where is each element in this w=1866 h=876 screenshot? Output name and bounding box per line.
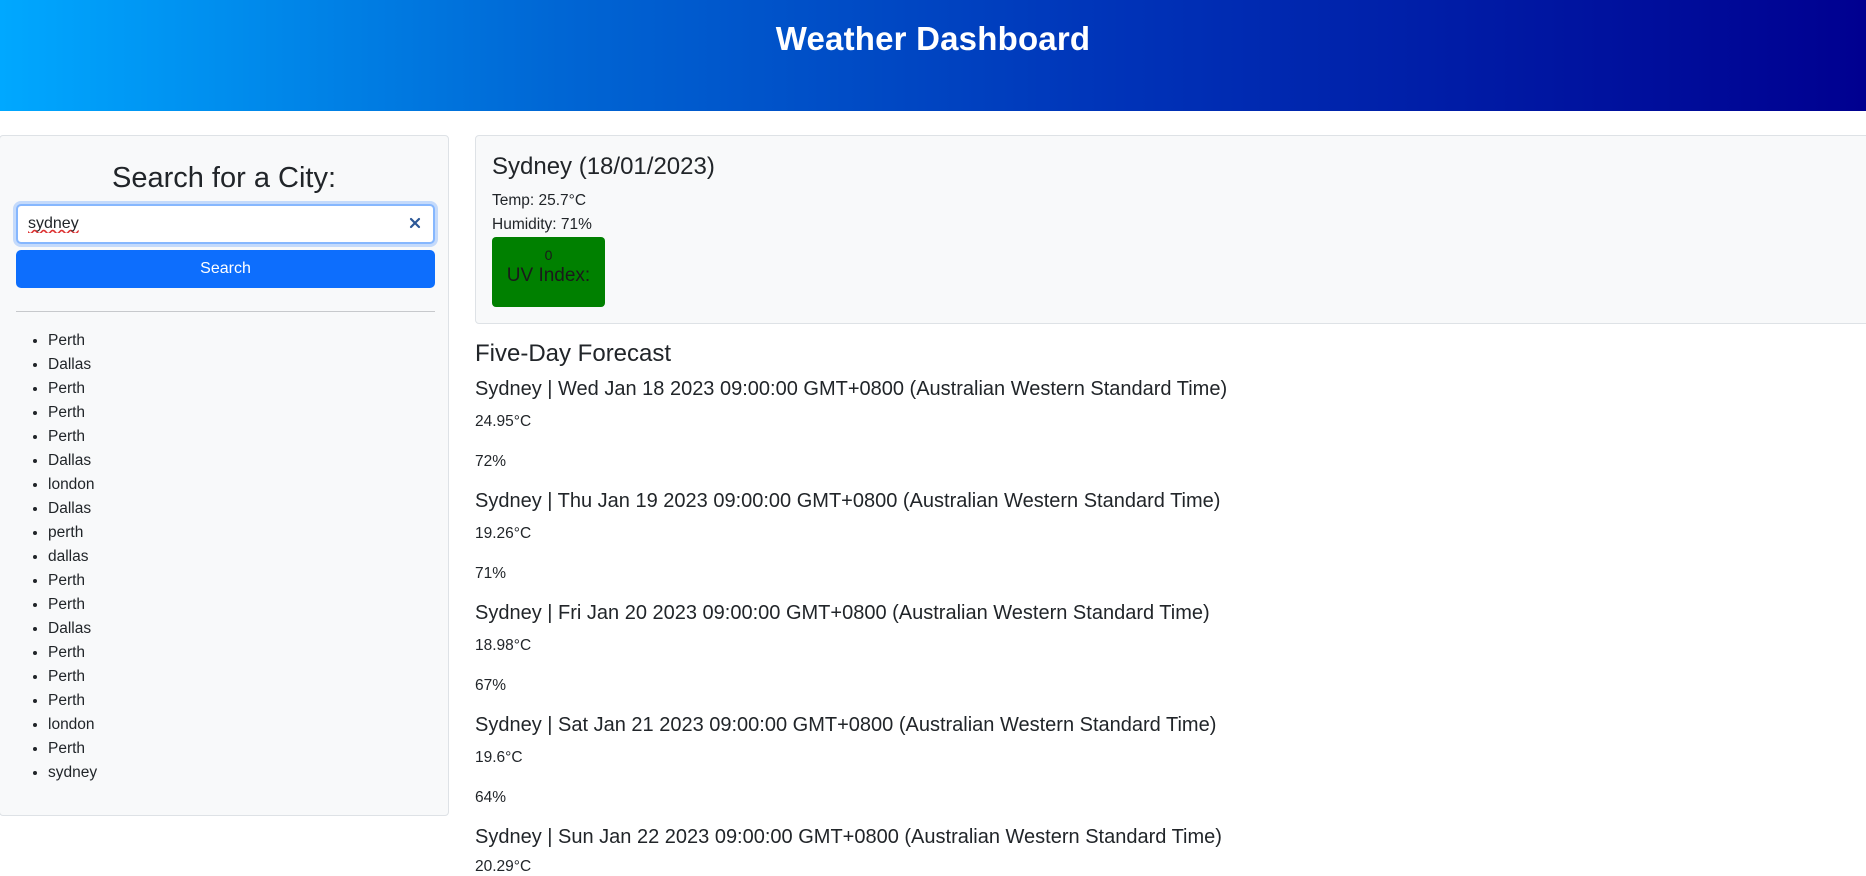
history-item[interactable]: Perth: [48, 377, 97, 401]
uv-index-badge: 0 UV Index:: [492, 237, 605, 307]
history-item[interactable]: Perth: [48, 665, 97, 689]
history-item[interactable]: Perth: [48, 401, 97, 425]
forecast-day: Sydney | Thu Jan 19 2023 09:00:00 GMT+08…: [475, 490, 1221, 582]
forecast-day-heading: Sydney | Wed Jan 18 2023 09:00:00 GMT+08…: [475, 378, 1228, 400]
search-heading: Search for a City:: [111, 162, 337, 194]
search-input[interactable]: [28, 206, 388, 242]
forecast-day-temp: 20.29°C: [475, 858, 532, 875]
forecast-day-heading: Sydney | Sun Jan 22 2023 09:00:00 GMT+08…: [475, 826, 1222, 848]
divider: [16, 311, 435, 312]
history-item[interactable]: london: [48, 473, 97, 497]
uv-index-label: UV Index:: [506, 265, 591, 286]
history-item[interactable]: Perth: [48, 689, 97, 713]
history-item[interactable]: Dallas: [48, 449, 97, 473]
history-item[interactable]: Dallas: [48, 353, 97, 377]
forecast-day: Sydney | Sun Jan 22 2023 09:00:00 GMT+08…: [475, 826, 1222, 875]
forecast-day-humidity: 71%: [475, 565, 507, 582]
history-item[interactable]: Perth: [48, 425, 97, 449]
history-item[interactable]: Perth: [48, 593, 97, 617]
current-humidity: Humidity: 71%: [492, 216, 592, 233]
close-icon[interactable]: [406, 214, 424, 232]
forecast-day-temp: 19.6°C: [475, 749, 523, 766]
forecast-day: Sydney | Sat Jan 21 2023 09:00:00 GMT+08…: [475, 714, 1217, 806]
current-weather-card: Sydney (18/01/2023) Temp: 25.7°C Humidit…: [475, 135, 1866, 324]
app-header: Weather Dashboard: [0, 0, 1866, 111]
forecast-day-temp: 19.26°C: [475, 525, 532, 542]
history-item[interactable]: Perth: [48, 641, 97, 665]
forecast-day-humidity: 67%: [475, 677, 507, 694]
search-field: [16, 204, 435, 244]
history-item[interactable]: dallas: [48, 545, 97, 569]
forecast-day: Sydney | Wed Jan 18 2023 09:00:00 GMT+08…: [475, 378, 1228, 470]
search-button[interactable]: Search: [16, 250, 435, 288]
search-sidebar: Search for a City: Search PerthDallasPer…: [0, 135, 449, 816]
current-city-title: Sydney (18/01/2023): [492, 153, 715, 180]
uv-index-value: 0: [544, 247, 553, 263]
history-item[interactable]: london: [48, 713, 97, 737]
history-item[interactable]: Perth: [48, 329, 97, 353]
history-item[interactable]: sydney: [48, 761, 97, 785]
history-item[interactable]: perth: [48, 521, 97, 545]
forecast-title: Five-Day Forecast: [475, 340, 672, 367]
forecast-day-humidity: 72%: [475, 453, 507, 470]
page-title: Weather Dashboard: [775, 20, 1091, 57]
forecast-day-temp: 18.98°C: [475, 637, 532, 654]
history-item[interactable]: Perth: [48, 569, 97, 593]
forecast-day-heading: Sydney | Sat Jan 21 2023 09:00:00 GMT+08…: [475, 714, 1217, 736]
forecast-day-heading: Sydney | Fri Jan 20 2023 09:00:00 GMT+08…: [475, 602, 1210, 624]
forecast-day: Sydney | Fri Jan 20 2023 09:00:00 GMT+08…: [475, 602, 1210, 694]
forecast-day-humidity: 64%: [475, 789, 507, 806]
current-temp: Temp: 25.7°C: [492, 192, 587, 209]
history-item[interactable]: Perth: [48, 737, 97, 761]
history-item[interactable]: Dallas: [48, 497, 97, 521]
forecast-day-temp: 24.95°C: [475, 413, 532, 430]
search-history-list: PerthDallasPerthPerthPerthDallaslondonDa…: [26, 329, 97, 785]
history-item[interactable]: Dallas: [48, 617, 97, 641]
forecast-day-heading: Sydney | Thu Jan 19 2023 09:00:00 GMT+08…: [475, 490, 1221, 512]
